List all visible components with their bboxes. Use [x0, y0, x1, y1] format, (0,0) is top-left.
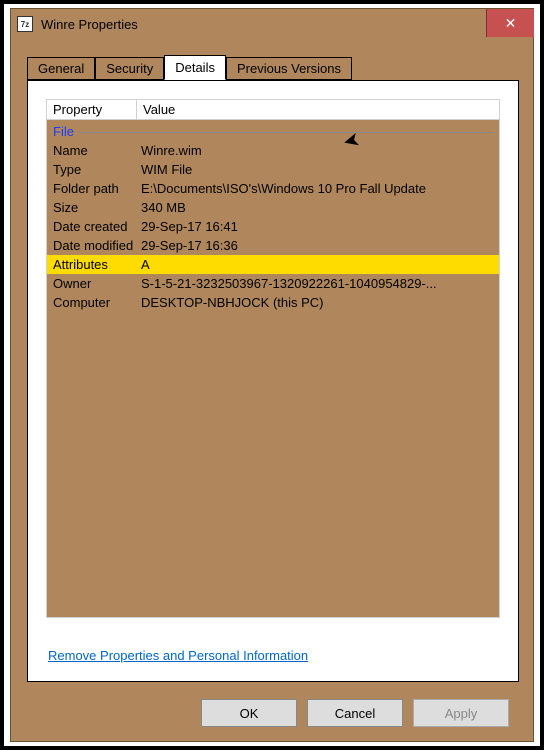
property-value: DESKTOP-NBHJOCK (this PC) — [141, 293, 499, 312]
property-name: Date created — [47, 217, 141, 236]
property-row[interactable]: NameWinre.wim — [47, 141, 499, 160]
property-row[interactable]: Folder pathE:\Documents\ISO's\Windows 10… — [47, 179, 499, 198]
property-row[interactable]: Size340 MB — [47, 198, 499, 217]
property-row[interactable]: ComputerDESKTOP-NBHJOCK (this PC) — [47, 293, 499, 312]
property-value: A — [141, 255, 499, 274]
ok-button[interactable]: OK — [201, 699, 297, 727]
grid-body[interactable]: File NameWinre.wimTypeWIM FileFolder pat… — [46, 120, 500, 618]
property-row[interactable]: TypeWIM File — [47, 160, 499, 179]
property-value: 29-Sep-17 16:41 — [141, 217, 499, 236]
property-name: Folder path — [47, 179, 141, 198]
cancel-button[interactable]: Cancel — [307, 699, 403, 727]
property-value: 340 MB — [141, 198, 499, 217]
app-icon: 7z — [17, 16, 33, 32]
property-row[interactable]: Date modified29-Sep-17 16:36 — [47, 236, 499, 255]
property-name: Name — [47, 141, 141, 160]
column-header-property[interactable]: Property — [47, 100, 137, 119]
dialog-buttons: OK Cancel Apply — [11, 699, 533, 727]
details-panel: Property Value File NameWinre.wimTypeWIM… — [27, 80, 519, 682]
property-name: Date modified — [47, 236, 141, 255]
property-row[interactable]: AttributesA — [47, 255, 499, 274]
tab-previous-versions[interactable]: Previous Versions — [226, 57, 352, 80]
property-value: E:\Documents\ISO's\Windows 10 Pro Fall U… — [141, 179, 499, 198]
titlebar[interactable]: 7z Winre Properties ✕ — [11, 9, 533, 39]
apply-button: Apply — [413, 699, 509, 727]
property-value: WIM File — [141, 160, 499, 179]
property-value: S-1-5-21-3232503967-1320922261-104095482… — [141, 274, 499, 293]
tab-strip: General Security Details Previous Versio… — [27, 55, 352, 80]
property-name: Computer — [47, 293, 141, 312]
tab-details[interactable]: Details — [164, 55, 226, 80]
close-icon: ✕ — [505, 15, 517, 32]
property-name: Owner — [47, 274, 141, 293]
tab-security[interactable]: Security — [95, 57, 164, 80]
property-value: Winre.wim — [141, 141, 499, 160]
property-name: Attributes — [47, 255, 141, 274]
property-name: Size — [47, 198, 141, 217]
grid-header[interactable]: Property Value — [46, 99, 500, 120]
property-row[interactable]: OwnerS-1-5-21-3232503967-1320922261-1040… — [47, 274, 499, 293]
property-value: 29-Sep-17 16:36 — [141, 236, 499, 255]
window-title: Winre Properties — [41, 17, 138, 32]
column-header-value[interactable]: Value — [137, 100, 499, 119]
properties-window: 7z Winre Properties ✕ General Security D… — [10, 8, 534, 742]
tab-general[interactable]: General — [27, 57, 95, 80]
property-name: Type — [47, 160, 141, 179]
close-button[interactable]: ✕ — [486, 9, 534, 37]
remove-properties-link[interactable]: Remove Properties and Personal Informati… — [48, 648, 308, 663]
property-row[interactable]: Date created29-Sep-17 16:41 — [47, 217, 499, 236]
section-file: File — [47, 120, 499, 141]
